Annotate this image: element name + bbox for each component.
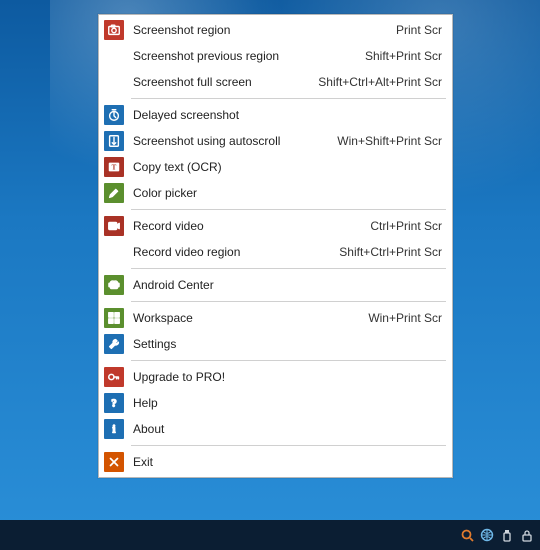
menu-icon-slot (103, 182, 125, 204)
menu-item-screenshot-previous[interactable]: Screenshot previous region Shift+Print Sc… (99, 43, 452, 69)
menu-icon-slot (103, 451, 125, 473)
menu-item-shortcut: Shift+Print Scr (365, 49, 442, 63)
menu-item-copy-text-ocr[interactable]: Copy text (OCR) (99, 154, 452, 180)
menu-item-label: Help (133, 396, 434, 410)
menu-item-label: Copy text (OCR) (133, 160, 434, 174)
menu-item-label: Screenshot region (133, 23, 388, 37)
lock-icon[interactable] (520, 528, 534, 542)
menu-icon-slot (103, 45, 125, 67)
globe-icon[interactable] (480, 528, 494, 542)
taskbar (0, 520, 540, 550)
stopwatch-icon (104, 105, 124, 125)
menu-icon-slot (103, 418, 125, 440)
menu-separator (131, 445, 446, 446)
menu-item-label: Color picker (133, 186, 434, 200)
menu-icon-slot (103, 19, 125, 41)
menu-icon-slot (103, 366, 125, 388)
context-menu: Screenshot region Print Scr Screenshot pre… (98, 14, 453, 478)
menu-icon-slot (103, 104, 125, 126)
menu-icon-slot (103, 274, 125, 296)
menu-icon-slot (103, 71, 125, 93)
menu-item-color-picker[interactable]: Color picker (99, 180, 452, 206)
menu-item-label: Screenshot using autoscroll (133, 134, 329, 148)
menu-item-label: Record video region (133, 245, 331, 259)
menu-item-label: Exit (133, 455, 434, 469)
close-icon (104, 452, 124, 472)
android-icon (104, 275, 124, 295)
menu-item-upgrade-pro[interactable]: Upgrade to PRO! (99, 364, 452, 390)
menu-item-settings[interactable]: Settings (99, 331, 452, 357)
menu-item-exit[interactable]: Exit (99, 449, 452, 475)
menu-item-delayed-screenshot[interactable]: Delayed screenshot (99, 102, 452, 128)
menu-icon-slot (103, 307, 125, 329)
menu-icon-slot (103, 333, 125, 355)
menu-icon-slot (103, 392, 125, 414)
menu-icon-slot (103, 130, 125, 152)
search-icon[interactable] (460, 528, 474, 542)
menu-item-shortcut: Shift+Ctrl+Print Scr (339, 245, 442, 259)
eyedropper-icon (104, 183, 124, 203)
menu-item-label: Screenshot previous region (133, 49, 357, 63)
menu-item-record-video[interactable]: Record video Ctrl+Print Scr (99, 213, 452, 239)
menu-item-label: Upgrade to PRO! (133, 370, 434, 384)
menu-icon-slot (103, 215, 125, 237)
menu-item-label: Screenshot full screen (133, 75, 310, 89)
menu-item-screenshot-autoscroll[interactable]: Screenshot using autoscroll Win+Shift+Pri… (99, 128, 452, 154)
menu-icon-slot (103, 241, 125, 263)
menu-item-screenshot-full[interactable]: Screenshot full screen Shift+Ctrl+Alt+Pri… (99, 69, 452, 95)
camera-icon (104, 20, 124, 40)
usb-icon[interactable] (500, 528, 514, 542)
ocr-icon (104, 157, 124, 177)
menu-item-workspace[interactable]: Workspace Win+Print Scr (99, 305, 452, 331)
menu-item-label: Record video (133, 219, 362, 233)
workspace-icon (104, 308, 124, 328)
menu-item-shortcut: Win+Print Scr (368, 311, 442, 325)
menu-separator (131, 301, 446, 302)
menu-item-help[interactable]: Help (99, 390, 452, 416)
menu-item-shortcut: Shift+Ctrl+Alt+Print Scr (318, 75, 442, 89)
menu-separator (131, 209, 446, 210)
menu-item-shortcut: Win+Shift+Print Scr (337, 134, 442, 148)
menu-item-about[interactable]: About (99, 416, 452, 442)
menu-item-record-video-region[interactable]: Record video region Shift+Ctrl+Print Scr (99, 239, 452, 265)
info-icon (104, 419, 124, 439)
menu-item-screenshot-region[interactable]: Screenshot region Print Scr (99, 17, 452, 43)
menu-separator (131, 360, 446, 361)
menu-item-label: Workspace (133, 311, 360, 325)
menu-item-label: Android Center (133, 278, 434, 292)
menu-item-label: About (133, 422, 434, 436)
menu-separator (131, 268, 446, 269)
menu-item-label: Settings (133, 337, 434, 351)
menu-item-shortcut: Print Scr (396, 23, 442, 37)
key-icon (104, 367, 124, 387)
menu-icon-slot (103, 156, 125, 178)
help-icon (104, 393, 124, 413)
menu-item-label: Delayed screenshot (133, 108, 434, 122)
wrench-icon (104, 334, 124, 354)
menu-item-shortcut: Ctrl+Print Scr (370, 219, 442, 233)
autoscroll-icon (104, 131, 124, 151)
video-icon (104, 216, 124, 236)
menu-separator (131, 98, 446, 99)
menu-item-android-center[interactable]: Android Center (99, 272, 452, 298)
